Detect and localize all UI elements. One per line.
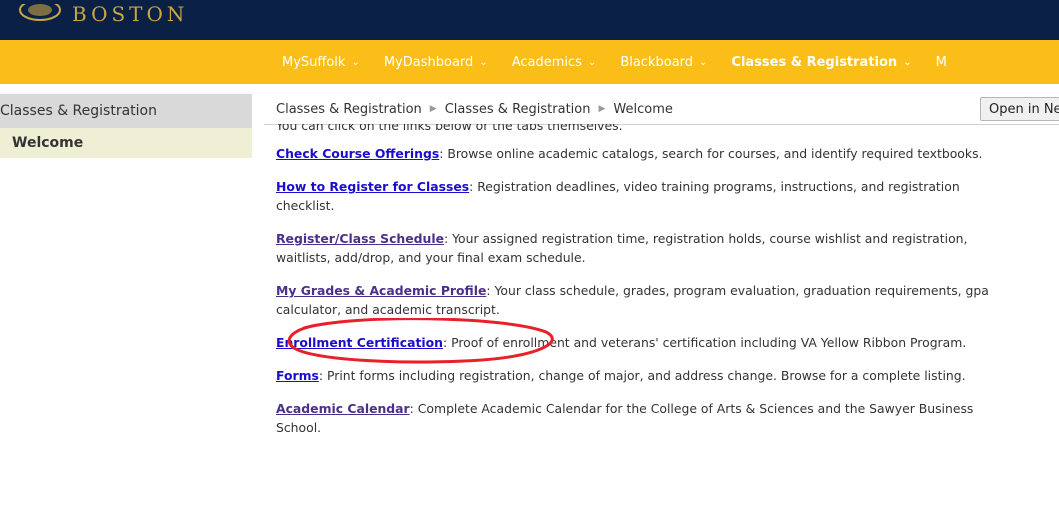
- sidebar-title: Classes & Registration: [0, 94, 252, 128]
- nav-item[interactable]: MyDashboard ⌄: [384, 55, 488, 70]
- university-logo[interactable]: BOSTON: [18, 0, 188, 32]
- list-item: Check Course Offerings: Browse online ac…: [276, 144, 1016, 163]
- nav-item[interactable]: MySuffolk ⌄: [282, 55, 360, 70]
- main-content: You can click on the links below or the …: [276, 124, 1016, 519]
- breadcrumb-bar: Classes & Registration ▶ Classes & Regis…: [264, 94, 1059, 125]
- link-how-to-register-for-classes[interactable]: How to Register for Classes: [276, 179, 469, 194]
- sidebar: Classes & Registration Welcome: [0, 94, 252, 158]
- nav-item-label: Blackboard: [620, 54, 694, 70]
- seal-icon: [19, 4, 61, 21]
- intro-text: You can click on the links below or the …: [276, 124, 623, 133]
- link-description: : Browse online academic catalogs, searc…: [439, 146, 983, 161]
- nav-item-label: Academics: [511, 54, 582, 70]
- link-academic-calendar[interactable]: Academic Calendar: [276, 401, 410, 416]
- link-register-class-schedule[interactable]: Register/Class Schedule: [276, 231, 444, 246]
- open-in-new-window-button[interactable]: Open in Ne: [980, 97, 1059, 121]
- triangle-right-icon: ▶: [429, 104, 437, 114]
- list-item: Enrollment Certification: Proof of enrol…: [276, 333, 1016, 352]
- list-item: Academic Calendar: Complete Academic Cal…: [276, 399, 1016, 437]
- main-nav-items: MySuffolk ⌄ MyDashboard ⌄ Academics ⌄ Blackboa…: [282, 40, 971, 84]
- list-item: Register/Class Schedule: Your assigned r…: [276, 229, 1016, 267]
- link-list: Check Course Offerings: Browse online ac…: [276, 144, 1016, 437]
- link-description: : Proof of enrollment and veterans' cert…: [442, 335, 967, 350]
- sidebar-item-welcome[interactable]: Welcome: [0, 128, 252, 158]
- breadcrumb-item[interactable]: Classes & Registration: [445, 102, 591, 117]
- chevron-down-icon: ⌄: [479, 56, 488, 68]
- nav-item-label: M: [935, 54, 947, 70]
- list-item: Forms: Print forms including registratio…: [276, 366, 1016, 385]
- link-my-grades-academic-profile[interactable]: My Grades & Academic Profile: [276, 283, 486, 298]
- link-forms[interactable]: Forms: [276, 368, 319, 383]
- chevron-down-icon: ⌄: [903, 56, 912, 68]
- triangle-right-icon: ▶: [598, 104, 606, 114]
- chevron-down-icon: ⌄: [351, 56, 360, 68]
- nav-item[interactable]: Academics ⌄: [512, 55, 597, 70]
- breadcrumb-item-current: Welcome: [613, 101, 673, 117]
- nav-item[interactable]: Classes & Registration ⌄: [731, 55, 911, 70]
- breadcrumb-item[interactable]: Classes & Registration: [276, 102, 422, 117]
- list-item: My Grades & Academic Profile: Your class…: [276, 281, 1016, 319]
- nav-item-label: Classes & Registration: [731, 54, 898, 70]
- link-check-course-offerings[interactable]: Check Course Offerings: [276, 146, 439, 161]
- chevron-down-icon: ⌄: [699, 56, 708, 68]
- site-header: BOSTON: [0, 0, 1059, 40]
- nav-item[interactable]: Blackboard ⌄: [620, 55, 707, 70]
- chevron-down-icon: ⌄: [587, 56, 597, 68]
- logo-text: BOSTON: [72, 2, 189, 26]
- nav-item[interactable]: M: [936, 55, 947, 70]
- link-description: : Print forms including registration, ch…: [318, 368, 966, 383]
- nav-item-label: MyDashboard: [383, 54, 474, 70]
- main-nav: MySuffolk ⌄ MyDashboard ⌄ Academics ⌄ Blackboa…: [0, 40, 1059, 84]
- nav-item-label: MySuffolk: [282, 54, 346, 70]
- list-item: How to Register for Classes: Registratio…: [276, 177, 1016, 215]
- link-enrollment-certification[interactable]: Enrollment Certification: [276, 335, 443, 350]
- breadcrumb: Classes & Registration ▶ Classes & Regis…: [264, 102, 673, 117]
